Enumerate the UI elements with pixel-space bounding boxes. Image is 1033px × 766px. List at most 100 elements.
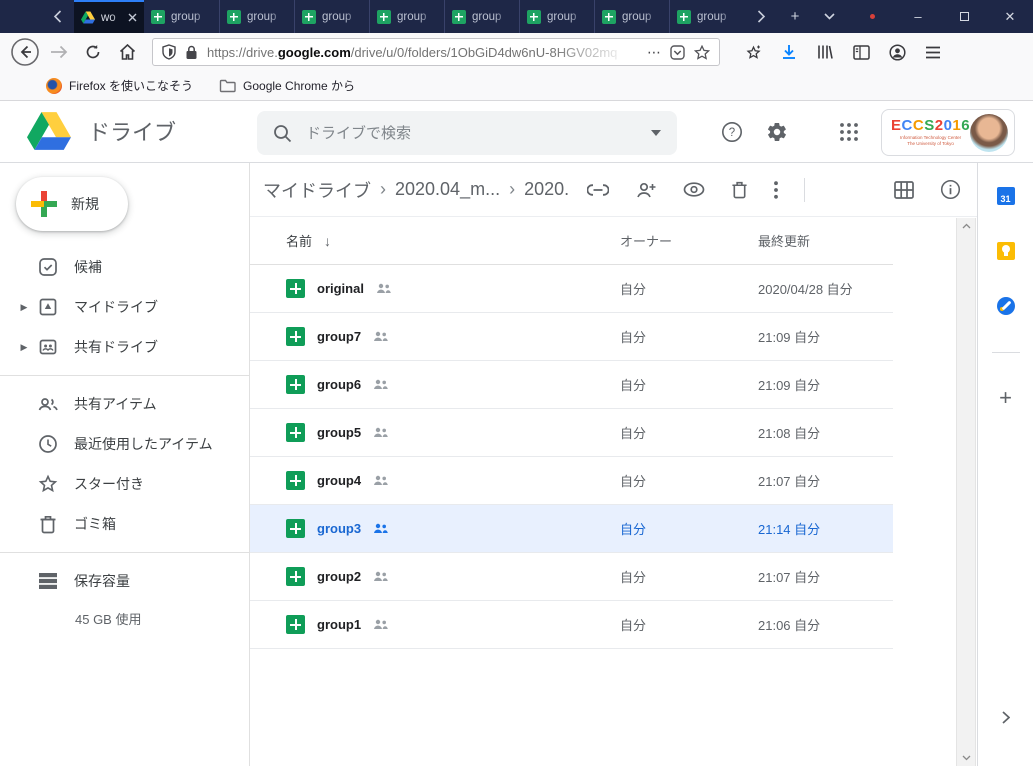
tab-title: group: [472, 11, 512, 23]
column-name[interactable]: 名前: [286, 231, 312, 250]
file-row-group7[interactable]: group7 自分 21:09 自分: [250, 313, 893, 361]
drive-logo[interactable]: ドライブ: [27, 112, 176, 150]
info-icon[interactable]: [940, 179, 961, 200]
home-icon[interactable]: [112, 37, 142, 67]
pocket-icon[interactable]: [670, 45, 685, 60]
sidebar-item-priority[interactable]: 候補: [0, 247, 249, 287]
search-icon[interactable]: [273, 124, 292, 143]
url-text: https://drive.google.com/drive/u/0/folde…: [207, 45, 638, 60]
settings-gear-icon[interactable]: [765, 120, 789, 144]
breadcrumb-item[interactable]: 2020.: [524, 179, 569, 200]
forward-icon[interactable]: [44, 37, 74, 67]
tab-list-dropdown-icon[interactable]: [812, 0, 846, 33]
highlights-star-icon[interactable]: [738, 37, 768, 67]
grid-view-icon[interactable]: [894, 181, 914, 199]
expand-caret-icon[interactable]: ▶: [12, 302, 36, 313]
tab-group-6[interactable]: group: [519, 0, 594, 33]
account-badge[interactable]: ECCS2016 Information Technology Center T…: [881, 109, 1015, 156]
sidebar-item-my-drive[interactable]: ▶ マイドライブ: [0, 287, 249, 327]
tab-group-7[interactable]: group: [594, 0, 669, 33]
tasks-icon[interactable]: [997, 297, 1015, 315]
tab-close-icon[interactable]: [128, 13, 137, 22]
window-maximize-button[interactable]: [941, 0, 987, 33]
column-owner[interactable]: オーナー: [620, 231, 758, 250]
breadcrumb-item[interactable]: 2020.04_m...: [395, 179, 500, 200]
url-bar[interactable]: https://drive.google.com/drive/u/0/folde…: [152, 38, 720, 66]
new-tab-button[interactable]: +: [778, 0, 812, 33]
browser-tab-bar: wo group group group group group group g…: [0, 0, 1033, 33]
tab-group-5[interactable]: group: [444, 0, 519, 33]
content-toolbar: マイドライブ › 2020.04_m... › 2020.: [250, 163, 977, 217]
bookmark-firefox[interactable]: Firefox を使いこなそう: [46, 77, 193, 94]
tab-active-drive[interactable]: wo: [74, 0, 144, 33]
scroll-up-icon[interactable]: [962, 223, 971, 229]
sidebar-item-starred[interactable]: スター付き: [0, 464, 249, 504]
bookmark-folder-chrome[interactable]: Google Chrome から: [219, 77, 355, 94]
tabbar-spacer: [0, 0, 40, 33]
file-row-group4[interactable]: group4 自分 21:07 自分: [250, 457, 893, 505]
sort-descending-icon[interactable]: ↓: [324, 233, 331, 249]
expand-caret-icon[interactable]: ▶: [12, 342, 36, 353]
sidebar-item-trash[interactable]: ゴミ箱: [0, 504, 249, 544]
tracking-protection-shield-icon[interactable]: [162, 44, 176, 60]
search-input[interactable]: [306, 125, 637, 142]
tab-group-4[interactable]: group: [369, 0, 444, 33]
tab-scroll-left-icon[interactable]: [40, 0, 74, 33]
column-modified[interactable]: 最終更新: [758, 231, 893, 250]
sheets-file-icon: [286, 423, 305, 442]
library-icon[interactable]: [810, 37, 840, 67]
downloads-icon[interactable]: [774, 37, 804, 67]
google-apps-grid-icon[interactable]: [837, 120, 861, 144]
star-icon: [36, 472, 60, 496]
file-row-original[interactable]: original 自分 2020/04/28 自分: [250, 265, 893, 313]
add-addon-icon[interactable]: +: [999, 385, 1012, 411]
reload-icon[interactable]: [78, 37, 108, 67]
sidebars-icon[interactable]: [846, 37, 876, 67]
tab-group-2[interactable]: group: [219, 0, 294, 33]
url-overflow-ellipsis-icon[interactable]: ⋯: [647, 44, 661, 61]
collapse-panel-icon[interactable]: [1002, 711, 1010, 724]
file-row-group1[interactable]: group1 自分 21:06 自分: [250, 601, 893, 649]
sidebar-item-storage[interactable]: 保存容量: [0, 561, 249, 601]
sidebar-item-shared-with-me[interactable]: 共有アイテム: [0, 384, 249, 424]
calendar-icon[interactable]: 31: [997, 187, 1015, 205]
file-row-group6[interactable]: group6 自分 21:09 自分: [250, 361, 893, 409]
new-button[interactable]: 新規: [16, 177, 128, 231]
breadcrumb-item[interactable]: マイドライブ: [263, 177, 371, 203]
get-link-icon[interactable]: [587, 184, 609, 196]
view-controls: [894, 179, 961, 200]
tab-group-1[interactable]: group: [144, 0, 219, 33]
delete-trash-icon[interactable]: [731, 180, 748, 199]
preview-eye-icon[interactable]: [683, 182, 705, 197]
file-list-header: 名前 ↓ オーナー 最終更新: [250, 217, 893, 265]
more-actions-icon[interactable]: [774, 181, 778, 199]
tab-group-3[interactable]: group: [294, 0, 369, 33]
file-row-group2[interactable]: group2 自分 21:07 自分: [250, 553, 893, 601]
file-row-group3-selected[interactable]: group3 自分 21:14 自分: [250, 505, 893, 553]
window-close-button[interactable]: ✕: [987, 0, 1033, 33]
rail-divider: [992, 352, 1020, 353]
sidebar-item-recent[interactable]: 最近使用したアイテム: [0, 424, 249, 464]
storage-usage: 45 GB 使用: [0, 609, 249, 628]
window-minimize-button[interactable]: –: [895, 0, 941, 33]
badge-letters: ECCS2016: [891, 118, 970, 135]
menu-hamburger-icon[interactable]: [918, 37, 948, 67]
tab-group-8[interactable]: group: [669, 0, 744, 33]
sidebar-item-shared-drives[interactable]: ▶ 共有ドライブ: [0, 327, 249, 367]
tab-title: group: [622, 11, 662, 23]
account-icon[interactable]: [882, 37, 912, 67]
keep-icon[interactable]: [997, 242, 1015, 260]
drive-search-box[interactable]: [257, 111, 677, 155]
scroll-down-icon[interactable]: [962, 755, 971, 761]
share-person-add-icon[interactable]: [635, 181, 657, 199]
tab-scroll-right-icon[interactable]: [744, 0, 778, 33]
file-row-group5[interactable]: group5 自分 21:08 自分: [250, 409, 893, 457]
breadcrumb-separator-icon: ›: [380, 179, 386, 200]
bookmark-star-icon[interactable]: [694, 45, 710, 60]
back-icon[interactable]: [10, 37, 40, 67]
vertical-scrollbar[interactable]: [956, 218, 976, 766]
help-icon[interactable]: ?: [720, 120, 744, 144]
lock-icon[interactable]: [185, 45, 198, 60]
profile-avatar[interactable]: [970, 114, 1008, 152]
search-options-dropdown-icon[interactable]: [651, 130, 661, 136]
